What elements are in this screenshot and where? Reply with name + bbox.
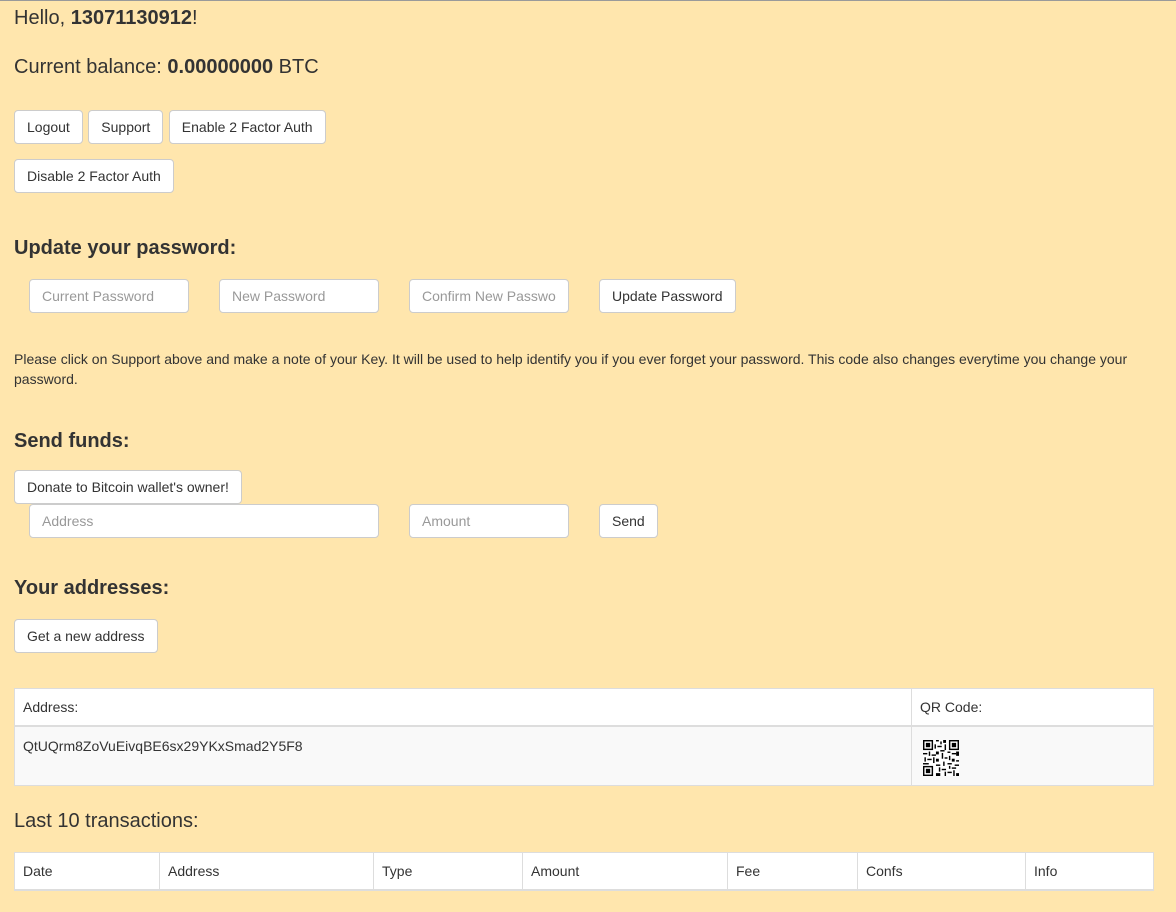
- donate-button[interactable]: Donate to Bitcoin wallet's owner!: [14, 470, 242, 504]
- donate-row: Donate to Bitcoin wallet's owner!: [14, 470, 1154, 504]
- update-password-form: Current Password New Password Confirm Ne…: [14, 279, 1154, 313]
- transactions-heading: Last 10 transactions:: [14, 809, 199, 832]
- table-header-row: Date Address Type Amount Fee Confs Info: [14, 851, 1154, 891]
- addresses-table: Address: QR Code: QtUQrm8ZoVuEivqBE6sx29…: [14, 688, 1154, 786]
- column-header-amount: Amount: [522, 851, 728, 891]
- address-cell: QtUQrm8ZoVuEivqBE6sx29YKxSmad2Y5F8: [14, 725, 912, 786]
- column-header-address: Address:: [14, 688, 912, 727]
- column-header-confs: Confs: [857, 851, 1026, 891]
- column-header-qr: QR Code:: [911, 688, 1154, 727]
- qr-code-icon[interactable]: [923, 740, 959, 776]
- send-button[interactable]: Send: [599, 504, 658, 538]
- greeting-suffix: !: [191, 7, 198, 29]
- transactions-table: Date Address Type Amount Fee Confs Info: [14, 851, 1154, 891]
- support-button[interactable]: Support: [88, 110, 164, 144]
- greeting: Hello, 13071130912!: [14, 6, 1154, 30]
- table-row: QtUQrm8ZoVuEivqBE6sx29YKxSmad2Y5F8: [14, 725, 1154, 786]
- send-amount-input[interactable]: Amount: [409, 504, 569, 538]
- confirm-password-input[interactable]: Confirm New Passwo: [409, 279, 569, 313]
- column-header-date: Date: [14, 851, 160, 891]
- send-form: Address Amount Send: [14, 504, 1154, 538]
- update-password-heading: Update your password:: [14, 237, 237, 259]
- balance-amount: 0.00000000: [167, 56, 274, 78]
- disable-2fa-button[interactable]: Disable 2 Factor Auth: [14, 159, 174, 193]
- new-password-input[interactable]: New Password: [219, 279, 379, 313]
- username: 13071130912: [70, 7, 192, 29]
- new-address-button[interactable]: Get a new address: [14, 619, 158, 653]
- support-key-note: Please click on Support above and make a…: [14, 351, 1128, 387]
- update-password-button[interactable]: Update Password: [599, 279, 736, 313]
- column-header-type: Type: [373, 851, 523, 891]
- balance: Current balance: 0.00000000 BTC: [14, 55, 1154, 79]
- column-header-fee: Fee: [727, 851, 858, 891]
- page: Hello, 13071130912! Current balance: 0.0…: [0, 6, 1176, 891]
- greeting-prefix: Hello,: [14, 7, 71, 29]
- column-header-info: Info: [1025, 851, 1154, 891]
- current-password-input[interactable]: Current Password: [29, 279, 189, 313]
- send-address-input[interactable]: Address: [29, 504, 379, 538]
- balance-unit: BTC: [273, 56, 319, 78]
- account-actions: Logout Support Enable 2 Factor Auth: [14, 110, 1154, 144]
- balance-label: Current balance:: [14, 56, 168, 78]
- enable-2fa-button[interactable]: Enable 2 Factor Auth: [168, 110, 326, 144]
- qr-cell: [911, 725, 1154, 786]
- new-address-row: Get a new address: [14, 619, 1154, 653]
- table-header-row: Address: QR Code:: [14, 688, 1154, 727]
- addresses-heading: Your addresses:: [14, 577, 170, 599]
- account-actions-2: Disable 2 Factor Auth: [14, 159, 1154, 193]
- column-header-address: Address: [159, 851, 374, 891]
- send-funds-heading: Send funds:: [14, 430, 130, 452]
- logout-button[interactable]: Logout: [14, 110, 83, 144]
